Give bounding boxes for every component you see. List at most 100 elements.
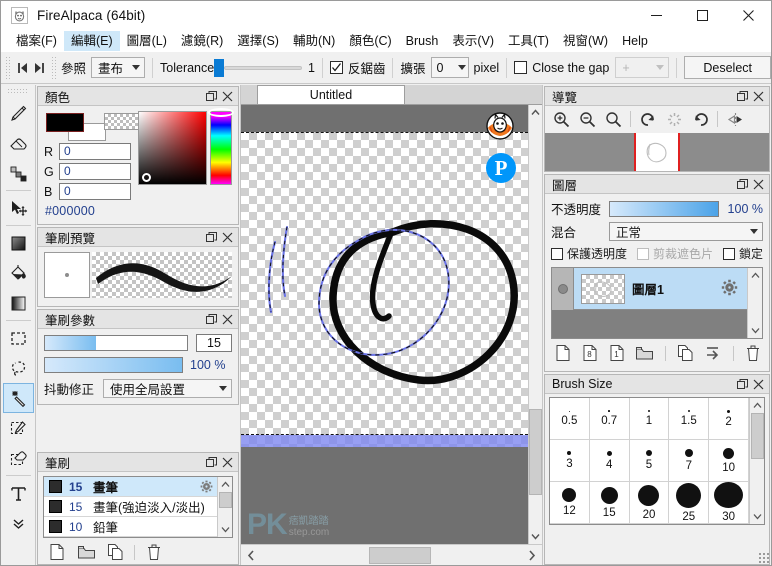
option-group-grip[interactable] [51,56,58,79]
magic-wand-tool[interactable] [2,383,34,413]
menu-help[interactable]: Help [615,31,655,51]
brush-size-cell[interactable]: 15 [589,482,630,524]
green-input[interactable]: 0 [59,163,131,180]
layer-list-item-0[interactable]: 圖層1 [552,267,747,310]
new-layer-icon[interactable] [555,344,570,362]
menu-select[interactable]: 選擇(S) [230,31,286,51]
reference-select[interactable]: 畫布 [91,57,146,78]
layer-scroll-down-icon[interactable] [748,323,763,338]
canvas-vertical-scrollbar[interactable] [528,105,542,544]
canvas-page[interactable] [241,132,528,447]
canvas-scroll-track-top[interactable] [529,120,542,409]
close-button[interactable] [725,1,771,30]
brush-size-cell[interactable]: 0.7 [589,398,630,440]
deselect-button[interactable]: Deselect [684,56,771,79]
float-panel-icon-3[interactable] [203,311,219,327]
document-tab-untitled[interactable]: Untitled [257,85,405,104]
minimize-button[interactable] [633,1,679,30]
brush-size-cell[interactable]: 1 [629,398,670,440]
expand-select[interactable]: 0 [430,57,469,78]
merge-down-icon[interactable] [705,344,721,362]
brush-size-cell[interactable]: 7 [669,440,710,482]
float-panel-icon-2[interactable] [203,229,219,245]
layer-opacity-slider[interactable] [609,200,719,217]
brush-size-scrollbar[interactable] [749,398,764,524]
hex-value[interactable]: #000000 [45,204,138,218]
lock-checkbox[interactable]: 鎖定 [723,245,763,262]
canvas-scroll-right-icon[interactable] [522,545,542,565]
canvas-scroll-down-icon[interactable] [528,529,542,544]
brush-size-cell[interactable]: 30 [709,482,749,524]
gear-icon[interactable] [200,480,214,494]
menu-assist[interactable]: 輔助(N) [286,31,342,51]
bs-scroll-up-icon[interactable] [750,398,765,413]
resize-grip[interactable] [758,552,769,563]
menu-brush[interactable]: Brush [399,31,446,51]
brush-size-cell[interactable]: 12 [550,482,590,524]
zoom-in-icon[interactable] [549,109,573,129]
canvas-scroll-track-bottom[interactable] [529,495,542,529]
zoom-out-icon[interactable] [575,109,599,129]
layer-scroll-track[interactable] [749,283,762,323]
close-panel-icon-3[interactable] [219,311,235,327]
duplicate-layer-icon[interactable] [678,344,693,362]
menu-tool[interactable]: 工具(T) [501,31,556,51]
brush-size-value[interactable]: 15 [196,334,232,352]
rotate-right-icon[interactable] [688,109,712,129]
float-panel-icon-5[interactable] [734,88,750,104]
menu-filter[interactable]: 濾鏡(R) [174,31,230,51]
close-panel-icon-7[interactable] [750,376,766,392]
brush-list-item-0[interactable]: 15 畫筆 [44,477,217,497]
menu-edit[interactable]: 編輯(E) [63,30,120,51]
menu-view[interactable]: 表示(V) [445,31,501,51]
blend-mode-select[interactable]: 正常 [609,222,763,241]
folder-icon[interactable] [76,543,96,561]
brush-size-slider[interactable] [44,335,188,351]
brush-list[interactable]: 15 畫筆 15 畫筆(強迫淡入/淡出) 10 鉛筆 [43,476,233,538]
new-8bit-layer-icon[interactable]: 8 [582,344,597,362]
menu-window[interactable]: 視窗(W) [556,31,615,51]
canvas-hscroll-thumb[interactable] [369,547,431,564]
layer-list-scrollbar[interactable] [747,268,762,338]
close-panel-icon-4[interactable] [219,454,235,470]
float-panel-icon-4[interactable] [203,454,219,470]
scroll-up-icon[interactable] [218,477,233,492]
stabilizer-select[interactable]: 使用全局設置 [103,379,232,398]
close-panel-icon-2[interactable] [219,229,235,245]
close-panel-icon-5[interactable] [750,88,766,104]
brush-list-item-2[interactable]: 10 鉛筆 [44,517,217,537]
rect-select-tool[interactable] [3,323,34,353]
layer-name[interactable]: 圖層1 [632,279,721,298]
brush-size-cell[interactable]: 2 [709,398,749,440]
bs-scrollbar-track[interactable] [751,459,764,509]
bs-scrollbar-thumb[interactable] [750,413,764,459]
close-panel-icon[interactable] [219,88,235,104]
antialias-checkbox[interactable]: 反鋸齒 [329,58,385,77]
brush-list-scrollbar[interactable] [217,477,232,537]
pixiv-p-icon[interactable]: P [486,153,516,183]
step-back-icon[interactable] [15,57,31,79]
brush-size-cell[interactable]: 4 [589,440,630,482]
new-brush-icon[interactable] [47,543,67,561]
maximize-button[interactable] [679,1,725,30]
more-tools[interactable] [3,508,34,538]
layer-gear-icon[interactable] [721,279,741,299]
brush-size-cells[interactable]: 0.5 0.7 1 1.5 2 3 4 5 7 10 12 15 20 25 30 [550,398,749,524]
canvas-scroll-up-icon[interactable] [528,105,542,120]
brush-opacity-slider[interactable] [44,357,183,373]
scrollbar-thumb[interactable] [218,492,232,508]
tolerance-knob[interactable] [214,58,225,77]
lasso-select-tool[interactable] [3,353,34,383]
tool-palette-grip[interactable] [7,88,29,95]
rotate-reset-icon[interactable] [662,109,686,129]
brush-size-cell[interactable]: 5 [629,440,670,482]
layer-list[interactable]: 圖層1 [551,267,763,339]
float-panel-icon-7[interactable] [734,376,750,392]
rotate-left-icon[interactable] [636,109,660,129]
duplicate-brush-icon[interactable] [105,543,125,561]
foreground-color-swatch[interactable] [46,113,84,132]
menu-file[interactable]: 檔案(F) [9,31,64,51]
saturation-value-picker[interactable] [138,111,208,185]
bucket-tool[interactable] [3,258,34,288]
fill-square-tool[interactable] [3,228,34,258]
